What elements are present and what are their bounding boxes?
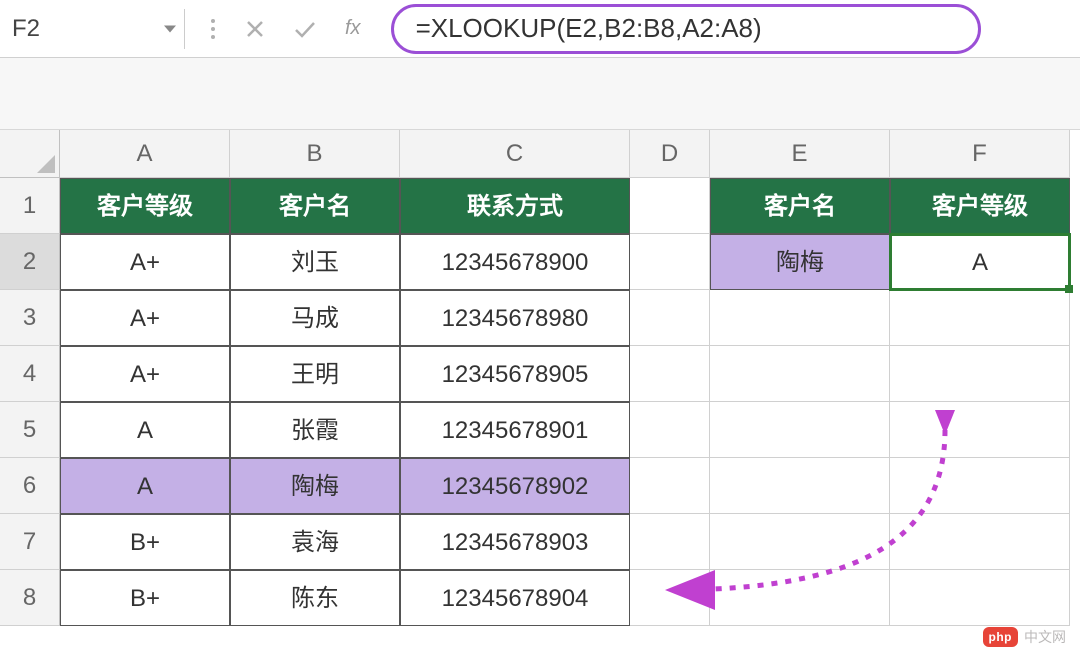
row-header-2[interactable]: 2 [0, 234, 60, 290]
cell-A3[interactable]: A+ [60, 290, 230, 346]
cell-E7[interactable] [710, 514, 890, 570]
formula-input[interactable]: =XLOOKUP(E2,B2:B8,A2:A8) [391, 4, 981, 54]
spreadsheet-grid[interactable]: A B C D E F 1 客户等级 客户名 联系方式 客户名 客户等级 2 A… [0, 130, 1080, 626]
watermark: php 中文网 [983, 627, 1067, 647]
fx-icon[interactable]: fx [345, 17, 361, 40]
row-header-3[interactable]: 3 [0, 290, 60, 346]
cell-D2[interactable] [630, 234, 710, 290]
col-header-C[interactable]: C [400, 130, 630, 178]
cell-E8[interactable] [710, 570, 890, 626]
cell-B1[interactable]: 客户名 [230, 178, 400, 234]
cell-F8[interactable] [890, 570, 1070, 626]
cell-E5[interactable] [710, 402, 890, 458]
cell-F1[interactable]: 客户等级 [890, 178, 1070, 234]
cell-A4[interactable]: A+ [60, 346, 230, 402]
watermark-logo: php [983, 627, 1019, 647]
cell-E1[interactable]: 客户名 [710, 178, 890, 234]
row-header-6[interactable]: 6 [0, 458, 60, 514]
cell-C8[interactable]: 12345678904 [400, 570, 630, 626]
cell-A5[interactable]: A [60, 402, 230, 458]
cell-D6[interactable] [630, 458, 710, 514]
cell-E6[interactable] [710, 458, 890, 514]
cell-C1[interactable]: 联系方式 [400, 178, 630, 234]
cell-B8[interactable]: 陈东 [230, 570, 400, 626]
cell-D7[interactable] [630, 514, 710, 570]
cell-A7[interactable]: B+ [60, 514, 230, 570]
cell-F5[interactable] [890, 402, 1070, 458]
cell-B2[interactable]: 刘玉 [230, 234, 400, 290]
cell-D5[interactable] [630, 402, 710, 458]
cell-D8[interactable] [630, 570, 710, 626]
name-box[interactable]: F2 [0, 9, 185, 49]
cell-E4[interactable] [710, 346, 890, 402]
chevron-down-icon[interactable] [164, 25, 176, 32]
cell-C4[interactable]: 12345678905 [400, 346, 630, 402]
cell-C3[interactable]: 12345678980 [400, 290, 630, 346]
col-header-E[interactable]: E [710, 130, 890, 178]
vertical-dots-icon[interactable] [209, 18, 217, 40]
ribbon-gap [0, 58, 1080, 130]
row-header-1[interactable]: 1 [0, 178, 60, 234]
cell-F4[interactable] [890, 346, 1070, 402]
col-header-D[interactable]: D [630, 130, 710, 178]
cell-F2[interactable]: A [890, 234, 1070, 290]
cell-A6[interactable]: A [60, 458, 230, 514]
cell-C6[interactable]: 12345678902 [400, 458, 630, 514]
cell-E2[interactable]: 陶梅 [710, 234, 890, 290]
cell-reference: F2 [12, 15, 40, 43]
cell-D3[interactable] [630, 290, 710, 346]
cell-C7[interactable]: 12345678903 [400, 514, 630, 570]
cell-A8[interactable]: B+ [60, 570, 230, 626]
cell-B5[interactable]: 张霞 [230, 402, 400, 458]
cell-D4[interactable] [630, 346, 710, 402]
row-header-5[interactable]: 5 [0, 402, 60, 458]
formula-bar-buttons: fx [185, 17, 389, 40]
cell-B3[interactable]: 马成 [230, 290, 400, 346]
cancel-icon[interactable] [245, 19, 265, 39]
enter-icon[interactable] [293, 19, 317, 39]
cell-B4[interactable]: 王明 [230, 346, 400, 402]
cell-F7[interactable] [890, 514, 1070, 570]
cell-B6[interactable]: 陶梅 [230, 458, 400, 514]
cell-C2[interactable]: 12345678900 [400, 234, 630, 290]
formula-text: =XLOOKUP(E2,B2:B8,A2:A8) [416, 13, 762, 44]
cell-D1[interactable] [630, 178, 710, 234]
cell-A1[interactable]: 客户等级 [60, 178, 230, 234]
row-header-4[interactable]: 4 [0, 346, 60, 402]
cell-B7[interactable]: 袁海 [230, 514, 400, 570]
cell-A2[interactable]: A+ [60, 234, 230, 290]
select-all-corner[interactable] [0, 130, 60, 178]
row-header-8[interactable]: 8 [0, 570, 60, 626]
col-header-F[interactable]: F [890, 130, 1070, 178]
cell-F3[interactable] [890, 290, 1070, 346]
col-header-B[interactable]: B [230, 130, 400, 178]
cell-E3[interactable] [710, 290, 890, 346]
col-header-A[interactable]: A [60, 130, 230, 178]
row-header-7[interactable]: 7 [0, 514, 60, 570]
cell-F6[interactable] [890, 458, 1070, 514]
formula-bar: F2 fx =XLOOKUP(E2,B2:B8,A2:A8) [0, 0, 1080, 58]
cell-C5[interactable]: 12345678901 [400, 402, 630, 458]
watermark-text: 中文网 [1024, 627, 1066, 647]
